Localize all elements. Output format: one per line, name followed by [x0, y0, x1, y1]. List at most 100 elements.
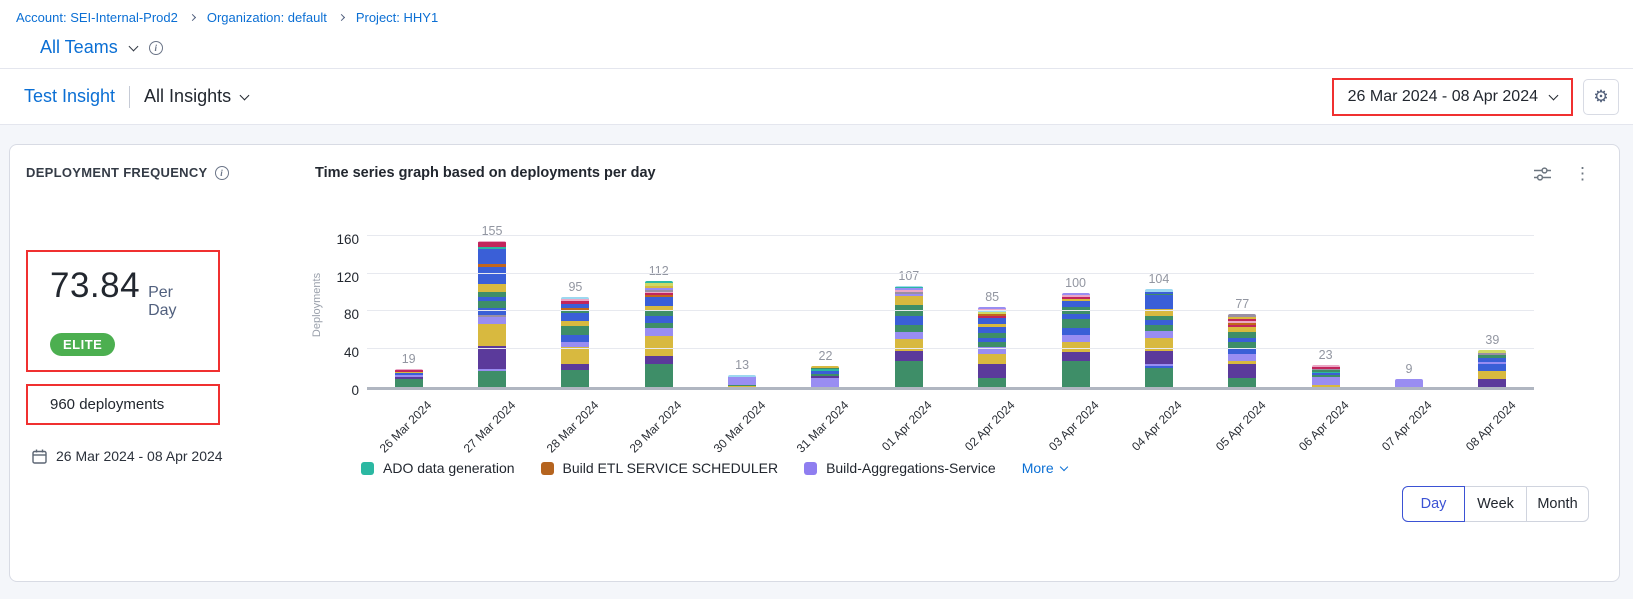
toggle-day-button[interactable]: Day	[1402, 486, 1465, 522]
gridline	[367, 235, 1534, 236]
legend-swatch	[804, 462, 817, 475]
widget-title: DEPLOYMENT FREQUENCY	[26, 165, 208, 180]
y-tick-label: 80	[344, 307, 359, 322]
gear-icon: ⚙	[1593, 87, 1608, 107]
toggle-month-button[interactable]: Month	[1526, 486, 1589, 522]
legend-label: Build ETL SERVICE SCHEDULER	[563, 460, 779, 476]
bar-26-mar-2024[interactable]: 19	[367, 220, 450, 387]
bar-04-apr-2024[interactable]: 104	[1117, 220, 1200, 387]
bar-segment	[895, 351, 923, 360]
breadcrumb: Account: SEI-Internal-Prod2 Organization…	[16, 10, 1617, 25]
breadcrumb-project-link[interactable]: Project: HHY1	[356, 10, 438, 25]
x-tick-label: 26 Mar 2024	[377, 398, 435, 456]
date-range-picker[interactable]: 26 Mar 2024 - 08 Apr 2024	[1332, 78, 1573, 116]
bar-31-mar-2024[interactable]: 22	[784, 220, 867, 387]
bar-value-label: 23	[1319, 348, 1333, 362]
legend-item[interactable]: ADO data generation	[361, 460, 515, 476]
team-selector[interactable]: All Teams	[40, 37, 118, 58]
bar-02-apr-2024[interactable]: 85	[951, 220, 1034, 387]
bar-01-apr-2024[interactable]: 107	[867, 220, 950, 387]
bar-segment	[728, 386, 756, 387]
bar-28-mar-2024[interactable]: 95	[534, 220, 617, 387]
x-axis-labels: 26 Mar 202427 Mar 202428 Mar 202429 Mar …	[367, 390, 1534, 458]
chart-plot: 19155 95 112 1322 107 85 100 104 77 23 939	[367, 220, 1534, 390]
bar-segment	[895, 316, 923, 325]
info-icon[interactable]: i	[149, 41, 163, 55]
toggle-week-button[interactable]: Week	[1464, 486, 1527, 522]
x-tick-label: 08 Apr 2024	[1463, 398, 1519, 454]
bar-segment	[561, 370, 589, 387]
bar-03-apr-2024[interactable]: 100	[1034, 220, 1117, 387]
widget-summary-panel: DEPLOYMENT FREQUENCY i 73.84 Per Day ELI…	[26, 165, 315, 569]
bar-08-apr-2024[interactable]: 39	[1451, 220, 1534, 387]
breadcrumb-organization-link[interactable]: Organization: default	[207, 10, 327, 25]
metric-value: 73.84	[50, 266, 140, 306]
legend-more-link[interactable]: More	[1022, 460, 1067, 476]
bar-segment	[895, 325, 923, 333]
bar-segment	[1062, 361, 1090, 387]
bar-segment	[811, 378, 839, 387]
bar-05-apr-2024[interactable]: 77	[1201, 220, 1284, 387]
chart-legend: ADO data generation Build ETL SERVICE SC…	[361, 460, 1599, 476]
info-icon[interactable]: i	[215, 166, 229, 180]
total-deployments-box: 960 deployments	[26, 384, 220, 425]
insight-scope-dropdown[interactable]: All Insights	[144, 86, 248, 107]
bar-29-mar-2024[interactable]: 112	[617, 220, 700, 387]
bar-value-label: 85	[985, 290, 999, 304]
bar-segment	[1395, 379, 1423, 388]
chart-filters-button[interactable]	[1533, 166, 1552, 182]
bar-segment	[561, 347, 589, 364]
chart-area: Time series graph based on deployments p…	[315, 165, 1599, 569]
dashboard-body: DEPLOYMENT FREQUENCY i 73.84 Per Day ELI…	[0, 125, 1633, 599]
bar-segment	[645, 297, 673, 306]
metric-unit: Per Day	[148, 284, 202, 320]
breadcrumb-account-link[interactable]: Account: SEI-Internal-Prod2	[16, 10, 178, 25]
bar-segment	[978, 327, 1006, 334]
bar-segment	[1062, 352, 1090, 361]
bar-segment	[478, 346, 506, 369]
bar-segment	[728, 377, 756, 385]
bar-segment	[478, 317, 506, 324]
legend-more-label: More	[1022, 460, 1054, 476]
bar-06-apr-2024[interactable]: 23	[1284, 220, 1367, 387]
x-tick-label: 04 Apr 2024	[1129, 398, 1185, 454]
bar-value-label: 77	[1235, 297, 1249, 311]
legend-label: ADO data generation	[383, 460, 515, 476]
x-tick-label: 03 Apr 2024	[1046, 398, 1102, 454]
bar-segment	[1062, 319, 1090, 328]
x-tick-label: 29 Mar 2024	[627, 398, 685, 456]
bar-07-apr-2024[interactable]: 9	[1367, 220, 1450, 387]
bar-segment	[645, 328, 673, 336]
bar-segment	[645, 316, 673, 323]
settings-button[interactable]: ⚙	[1583, 79, 1619, 115]
bar-segment	[1228, 378, 1256, 387]
bar-value-label: 107	[898, 269, 919, 283]
deployment-frequency-widget: DEPLOYMENT FREQUENCY i 73.84 Per Day ELI…	[9, 144, 1620, 582]
chart-menu-button[interactable]: ⋮	[1574, 165, 1591, 182]
bar-value-label: 95	[568, 280, 582, 294]
bar-segment	[1145, 368, 1173, 387]
bar-segment	[1062, 335, 1090, 342]
bar-segment	[478, 249, 506, 264]
gridline	[367, 273, 1534, 274]
chevron-down-icon[interactable]	[128, 41, 138, 51]
bar-segment	[978, 354, 1006, 364]
legend-item[interactable]: Build-Aggregations-Service	[804, 460, 996, 476]
gridline	[367, 348, 1534, 349]
y-tick-label: 120	[336, 270, 359, 285]
chevron-down-icon	[240, 90, 250, 100]
y-tick-label: 40	[344, 345, 359, 360]
chevron-down-icon	[1549, 90, 1559, 100]
bar-27-mar-2024[interactable]: 155	[450, 220, 533, 387]
legend-swatch	[541, 462, 554, 475]
bar-segment	[561, 335, 589, 342]
legend-item[interactable]: Build ETL SERVICE SCHEDULER	[541, 460, 779, 476]
bar-segment	[1478, 371, 1506, 380]
bar-value-label: 104	[1148, 272, 1169, 286]
bar-segment	[1145, 325, 1173, 332]
date-range-label: 26 Mar 2024 - 08 Apr 2024	[1348, 88, 1538, 106]
insight-name-link[interactable]: Test Insight	[24, 86, 115, 107]
bar-value-label: 112	[649, 264, 669, 278]
bar-segment	[895, 332, 923, 339]
bar-30-mar-2024[interactable]: 13	[700, 220, 783, 387]
